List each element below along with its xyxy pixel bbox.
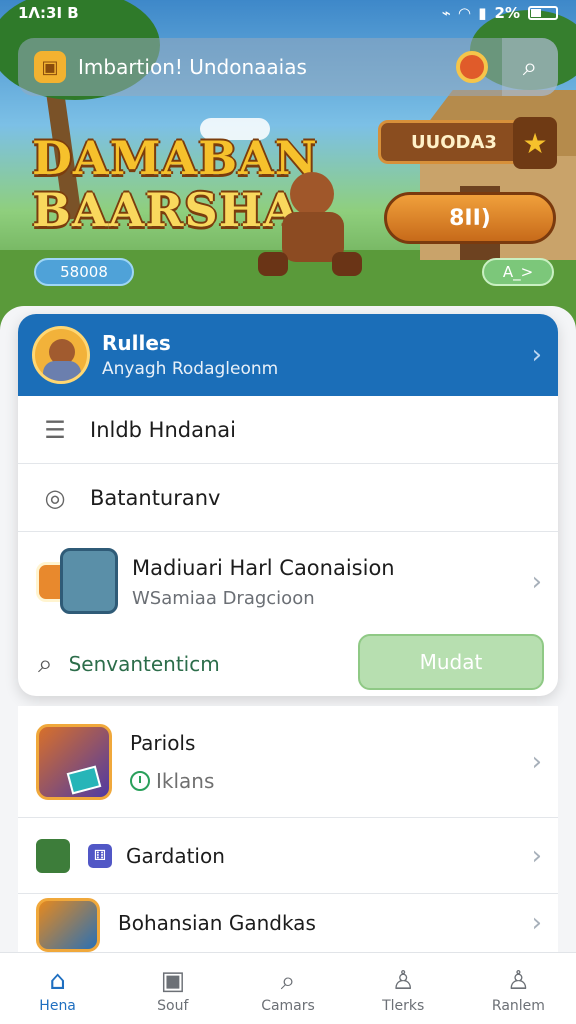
hero-pill-left[interactable]: 58008 [34,258,134,286]
game-thumbnail [36,838,70,873]
nav-label: Ranlem [491,997,545,1014]
plank-label: UUODA3 [411,131,497,153]
notification-badge-icon[interactable] [456,51,488,83]
search-icon: ⌕ [280,965,296,996]
status-bar: 1Λ:3Ι Β ⌁ ◠ ▮ 2% [0,0,576,26]
game-thumbnail [36,898,100,952]
battery-percent: 2% [494,4,520,22]
game-thumbnail [36,723,112,800]
list-item-subtitle: Iklans [156,768,215,793]
status-time: 1Λ:3Ι Β [18,4,79,22]
plank-banner[interactable]: UUODA3 ★ [378,117,557,169]
profile-header[interactable]: Rulles Anyagh Rodagleonm › [18,314,558,396]
signal-icon: ▮ [478,4,487,22]
bottom-nav: ⌂ Hena ▣ Souf ⌕ Camars ♙ Tlerks ♙ Ranlem [0,952,576,1024]
search-icon[interactable]: ⌕ [502,38,558,96]
menu-item-camera[interactable]: ◎ Batanturanv [18,464,558,532]
game-title: Madiuari Harl Caonaision [132,555,395,580]
play-button[interactable]: 8ΙΙ) [384,192,556,244]
people-icon: ♙ [391,965,415,996]
search-bar[interactable]: ▣ Imbartion! Undonaaias ⌕ [18,38,558,96]
search-row-label: Senvantenticm [68,652,220,676]
list-item-title: Gardation [126,843,225,868]
nfc-icon: ⌁ [441,4,451,22]
menu-card: Rulles Anyagh Rodagleonm › ☰ Inldb Hndan… [18,314,558,696]
chevron-right-icon: › [531,567,542,597]
chevron-right-icon: › [531,746,542,777]
nav-profile[interactable]: ♙ Ranlem [461,953,576,1024]
chevron-right-icon: › [531,840,542,871]
nav-picture[interactable]: ▣ Souf [115,953,230,1024]
game-list: Pariols Iklans › ⚅ Gardation › Bohansian… [18,706,558,952]
hero-pill-right[interactable]: A_> [482,258,554,286]
battery-icon [528,6,558,20]
magnifier-icon: ⌕ [38,648,53,679]
profile-icon: ♙ [506,965,531,996]
profile-subtitle: Anyagh Rodagleonm [102,359,279,379]
action-button[interactable]: Mudat [358,634,544,690]
list-item[interactable]: Pariols Iklans › [18,706,558,818]
nav-people[interactable]: ♙ Tlerks [346,953,461,1024]
camera-icon: ◎ [44,483,66,512]
game-subtitle: WSamiaa Dragcioon [132,587,315,609]
nav-label: Souf [157,997,189,1014]
nav-label: Hena [39,997,76,1014]
game-item[interactable]: Madiuari Harl Caonaision WSamiaa Dragcio… [18,532,558,632]
nav-home[interactable]: ⌂ Hena [0,953,115,1024]
star-icon: ★ [513,117,557,169]
profile-title: Rulles [102,331,171,355]
home-icon: ⌂ [49,965,66,996]
game-thumbnail [36,548,118,616]
menu-item-label: Inldb Hndanai [90,417,236,442]
search-row: ⌕ Senvantenticm Mudat [18,632,558,696]
character-illustration [258,172,362,282]
chevron-right-icon: › [531,908,542,938]
wifi-icon: ◠ [458,4,471,22]
list-icon: ☰ [44,415,66,444]
avatar [32,326,90,384]
app-logo-icon: ▣ [34,51,66,83]
menu-item-list[interactable]: ☰ Inldb Hndanai [18,396,558,464]
nav-label: Camars [261,997,315,1014]
nav-search[interactable]: ⌕ Camars [230,953,345,1024]
list-item-title: Bohansian Gandkas [118,911,316,935]
chevron-right-icon: › [531,340,542,370]
search-input[interactable]: Imbartion! Undonaaias [78,55,456,79]
clock-icon [130,770,150,791]
menu-item-label: Batanturanv [90,485,221,510]
list-item[interactable]: ⚅ Gardation › [18,818,558,894]
dice-icon: ⚅ [88,843,112,868]
list-item[interactable]: Bohansian Gandkas › [18,894,558,952]
picture-icon: ▣ [160,965,186,996]
nav-label: Tlerks [382,997,425,1014]
list-item-title: Pariols [130,730,196,755]
